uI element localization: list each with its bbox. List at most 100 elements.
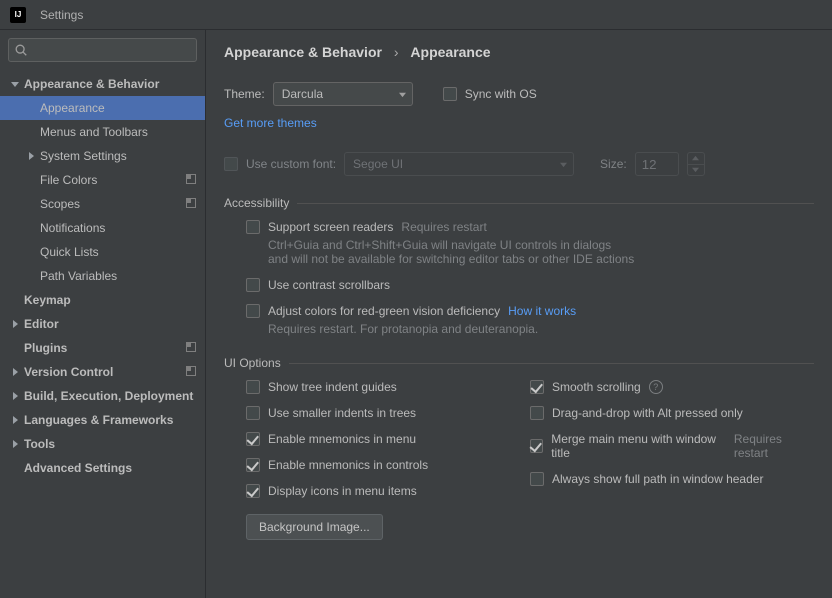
settings-search[interactable] [8, 38, 197, 62]
search-input[interactable] [8, 38, 197, 62]
app-icon: IJ [10, 7, 26, 23]
stepper-down-icon[interactable] [688, 164, 704, 176]
tree-item-label: Appearance [40, 101, 197, 115]
font-value: Segoe UI [353, 157, 403, 171]
arrow-spacer [26, 127, 36, 137]
how-it-works-link[interactable]: How it works [508, 304, 576, 318]
option-use-smaller-indents-in-trees-checkbox[interactable]: Use smaller indents in trees [246, 406, 416, 420]
option-label: Use smaller indents in trees [268, 406, 416, 420]
option-enable-mnemonics-in-menu-checkbox[interactable]: Enable mnemonics in menu [246, 432, 416, 446]
tree-item-label: Quick Lists [40, 245, 197, 259]
tree-item-tools[interactable]: Tools [0, 432, 205, 456]
option-label: Always show full path in window header [552, 472, 763, 486]
colorblind-hint: Requires restart. For protanopia and deu… [268, 322, 814, 336]
theme-select[interactable]: Darcula [273, 82, 413, 106]
tree-item-menus-and-toolbars[interactable]: Menus and Toolbars [0, 120, 205, 144]
project-scope-icon [185, 197, 197, 212]
tree-item-appearance-behavior[interactable]: Appearance & Behavior [0, 72, 205, 96]
option-label: Smooth scrolling [552, 380, 641, 394]
contrast-scrollbars-checkbox[interactable]: Use contrast scrollbars [246, 278, 390, 292]
tree-item-label: Notifications [40, 221, 197, 235]
content-panel: Appearance & Behavior › Appearance Theme… [206, 30, 832, 598]
arrow-spacer [26, 247, 36, 257]
font-select[interactable]: Segoe UI [344, 152, 574, 176]
breadcrumb: Appearance & Behavior › Appearance [224, 44, 814, 60]
screen-reader-hint: Ctrl+Guia and Ctrl+Shift+Guia will navig… [268, 238, 814, 266]
tree-item-label: Tools [24, 437, 197, 451]
arrow-spacer [10, 343, 20, 353]
ui-options-heading: UI Options [224, 356, 814, 370]
breadcrumb-leaf: Appearance [410, 44, 490, 60]
tree-item-plugins[interactable]: Plugins [0, 336, 205, 360]
tree-item-system-settings[interactable]: System Settings [0, 144, 205, 168]
breadcrumb-root[interactable]: Appearance & Behavior [224, 44, 382, 60]
tree-item-advanced-settings[interactable]: Advanced Settings [0, 456, 205, 480]
tree-item-path-variables[interactable]: Path Variables [0, 264, 205, 288]
colorblind-checkbox[interactable]: Adjust colors for red-green vision defic… [246, 304, 500, 318]
chevron-down-icon [560, 157, 567, 171]
option-display-icons-in-menu-items-checkbox[interactable]: Display icons in menu items [246, 484, 417, 498]
arrow-spacer [10, 463, 20, 473]
tree-item-label: Scopes [40, 197, 185, 211]
titlebar: IJ Settings [0, 0, 832, 30]
tree-item-label: Path Variables [40, 269, 197, 283]
theme-value: Darcula [282, 87, 323, 101]
option-label: Drag-and-drop with Alt pressed only [552, 406, 743, 420]
chevron-right-icon[interactable] [10, 319, 20, 329]
chevron-right-icon[interactable] [10, 391, 20, 401]
option-hint: Requires restart [734, 432, 814, 460]
settings-tree: Appearance & Behavior Appearance Menus and… [0, 68, 205, 598]
tree-item-languages-frameworks[interactable]: Languages & Frameworks [0, 408, 205, 432]
tree-item-file-colors[interactable]: File Colors [0, 168, 205, 192]
theme-label: Theme: [224, 87, 265, 101]
tree-item-appearance[interactable]: Appearance [0, 96, 205, 120]
tree-item-label: Keymap [24, 293, 197, 307]
tree-item-quick-lists[interactable]: Quick Lists [0, 240, 205, 264]
project-scope-icon [185, 365, 197, 380]
option-drag-and-drop-with-alt-pressed-only-checkbox[interactable]: Drag-and-drop with Alt pressed only [530, 406, 743, 420]
arrow-spacer [10, 295, 20, 305]
arrow-spacer [26, 103, 36, 113]
tree-item-keymap[interactable]: Keymap [0, 288, 205, 312]
tree-item-label: Plugins [24, 341, 185, 355]
support-screen-readers-checkbox[interactable]: Support screen readers [246, 220, 393, 234]
breadcrumb-sep: › [394, 44, 399, 60]
arrow-spacer [26, 175, 36, 185]
tree-item-editor[interactable]: Editor [0, 312, 205, 336]
arrow-spacer [26, 223, 36, 233]
tree-item-version-control[interactable]: Version Control [0, 360, 205, 384]
project-scope-icon [185, 341, 197, 356]
background-image-button[interactable]: Background Image... [246, 514, 383, 540]
option-smooth-scrolling-checkbox[interactable]: Smooth scrolling [530, 380, 641, 394]
tree-item-label: Advanced Settings [24, 461, 197, 475]
font-size-label: Size: [600, 157, 627, 171]
option-enable-mnemonics-in-controls-checkbox[interactable]: Enable mnemonics in controls [246, 458, 428, 472]
arrow-spacer [26, 199, 36, 209]
font-size-input[interactable] [635, 152, 679, 176]
tree-item-label: Appearance & Behavior [24, 77, 197, 91]
use-custom-font-checkbox[interactable]: Use custom font: [224, 157, 336, 171]
option-label: Enable mnemonics in menu [268, 432, 416, 446]
sync-with-os-checkbox[interactable]: Sync with OS [443, 87, 537, 101]
option-label: Enable mnemonics in controls [268, 458, 428, 472]
chevron-right-icon[interactable] [10, 367, 20, 377]
get-more-themes-link[interactable]: Get more themes [224, 116, 317, 130]
tree-item-notifications[interactable]: Notifications [0, 216, 205, 240]
font-size-stepper[interactable] [687, 152, 705, 176]
chevron-right-icon[interactable] [10, 439, 20, 449]
help-icon[interactable]: ? [649, 380, 663, 394]
option-show-tree-indent-guides-checkbox[interactable]: Show tree indent guides [246, 380, 397, 394]
chevron-down-icon[interactable] [10, 79, 20, 89]
option-always-show-full-path-in-window-header-checkbox[interactable]: Always show full path in window header [530, 472, 763, 486]
chevron-right-icon[interactable] [26, 151, 36, 161]
option-merge-main-menu-with-window-title-checkbox[interactable]: Merge main menu with window title [530, 432, 726, 460]
requires-restart-hint: Requires restart [401, 220, 486, 234]
stepper-up-icon[interactable] [688, 153, 704, 164]
tree-item-label: Languages & Frameworks [24, 413, 197, 427]
chevron-right-icon[interactable] [10, 415, 20, 425]
arrow-spacer [26, 271, 36, 281]
tree-item-label: Editor [24, 317, 197, 331]
tree-item-build-execution-deployment[interactable]: Build, Execution, Deployment [0, 384, 205, 408]
option-label: Show tree indent guides [268, 380, 397, 394]
tree-item-scopes[interactable]: Scopes [0, 192, 205, 216]
